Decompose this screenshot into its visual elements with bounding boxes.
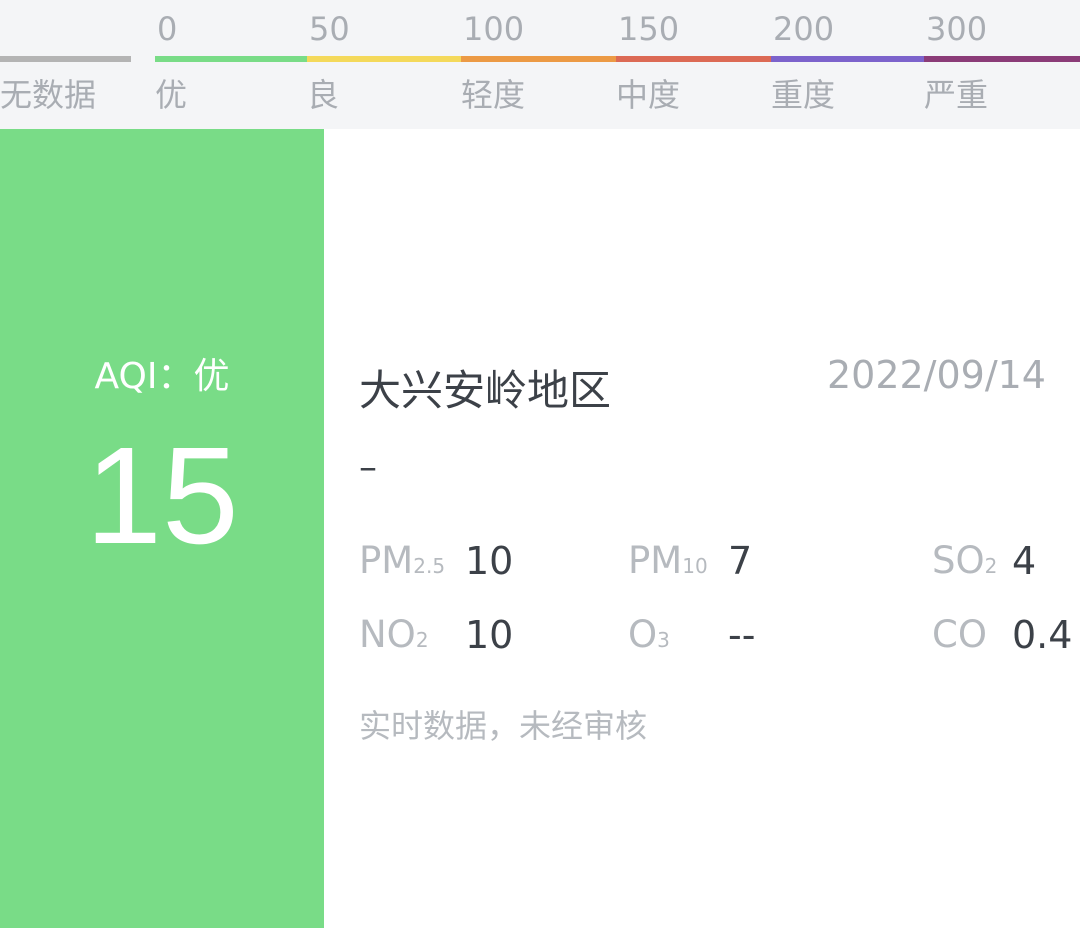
legend-level-value: 50 [309,10,350,48]
aqi-value: 15 [85,419,239,573]
pollutant-no2: NO2 10 [359,613,513,657]
pollutant-name: SO2 [932,539,998,582]
pollutant-value: 7 [728,539,753,583]
realtime-note: 实时数据，未经审核 [359,707,648,745]
report-date: 2022/09/14 [826,353,1046,397]
legend-level-label: 优 [155,76,188,114]
legend-level-value: 100 [463,10,525,48]
legend-level-moderate: 50 良 [307,0,461,129]
pollutant-value: 4 [1012,539,1037,583]
legend-level-value: 0 [157,10,178,48]
legend-level-label: 重度 [771,76,836,114]
primary-pollutant: – [359,447,377,488]
legend-level-bar [924,56,1080,62]
pollutant-value: 0.4 [1012,613,1073,657]
pollutant-so2: SO2 4 [932,539,1036,583]
legend-level-bar [771,56,924,62]
pollutant-name: PM10 [628,539,708,582]
pollutant-value: 10 [465,613,514,657]
legend-nodata-bar [0,56,131,62]
pollutant-value: -- [728,613,756,657]
legend-level-value: 150 [618,10,680,48]
legend-level-bar [155,56,307,62]
pollutant-name: PM2.5 [359,539,446,582]
pollutant-pm25: PM2.5 10 [359,539,513,583]
aqi-level-text: AQI：优 [94,356,230,397]
legend-nodata-label: 无数据 [0,76,97,114]
legend-level-label: 轻度 [461,76,526,114]
aqi-legend: 无数据 0 优 50 良 100 轻度 150 中度 200 重度 300 严重 [0,0,1080,129]
pollutant-o3: O3 -- [628,613,755,657]
aqi-panel: AQI：优 15 [0,129,324,928]
pollutant-co: CO 0.4 [932,613,1072,657]
pollutant-value: 10 [465,539,514,583]
legend-level-label: 严重 [924,76,989,114]
legend-level-heavy: 200 重度 [771,0,924,129]
legend-level-good: 0 优 [155,0,307,129]
legend-level-value: 300 [926,10,988,48]
legend-level-light: 100 轻度 [461,0,616,129]
legend-level-bar [307,56,461,62]
legend-nodata: 无数据 [0,0,131,129]
legend-level-bar [616,56,771,62]
legend-level-label: 良 [307,76,340,114]
legend-level-bar [461,56,616,62]
legend-level-medium: 150 中度 [616,0,771,129]
legend-level-severe: 300 严重 [924,0,1080,129]
pollutant-name: CO [932,613,987,656]
legend-level-value: 200 [773,10,835,48]
station-info: 大兴安岭地区 2022/09/14 – PM2.5 10 PM10 7 SO2 … [324,129,1080,928]
pollutant-name: O3 [628,613,670,656]
legend-level-label: 中度 [616,76,681,114]
pollutant-pm10: PM10 7 [628,539,752,583]
region-name: 大兴安岭地区 [359,366,612,415]
pollutant-name: NO2 [359,613,429,656]
